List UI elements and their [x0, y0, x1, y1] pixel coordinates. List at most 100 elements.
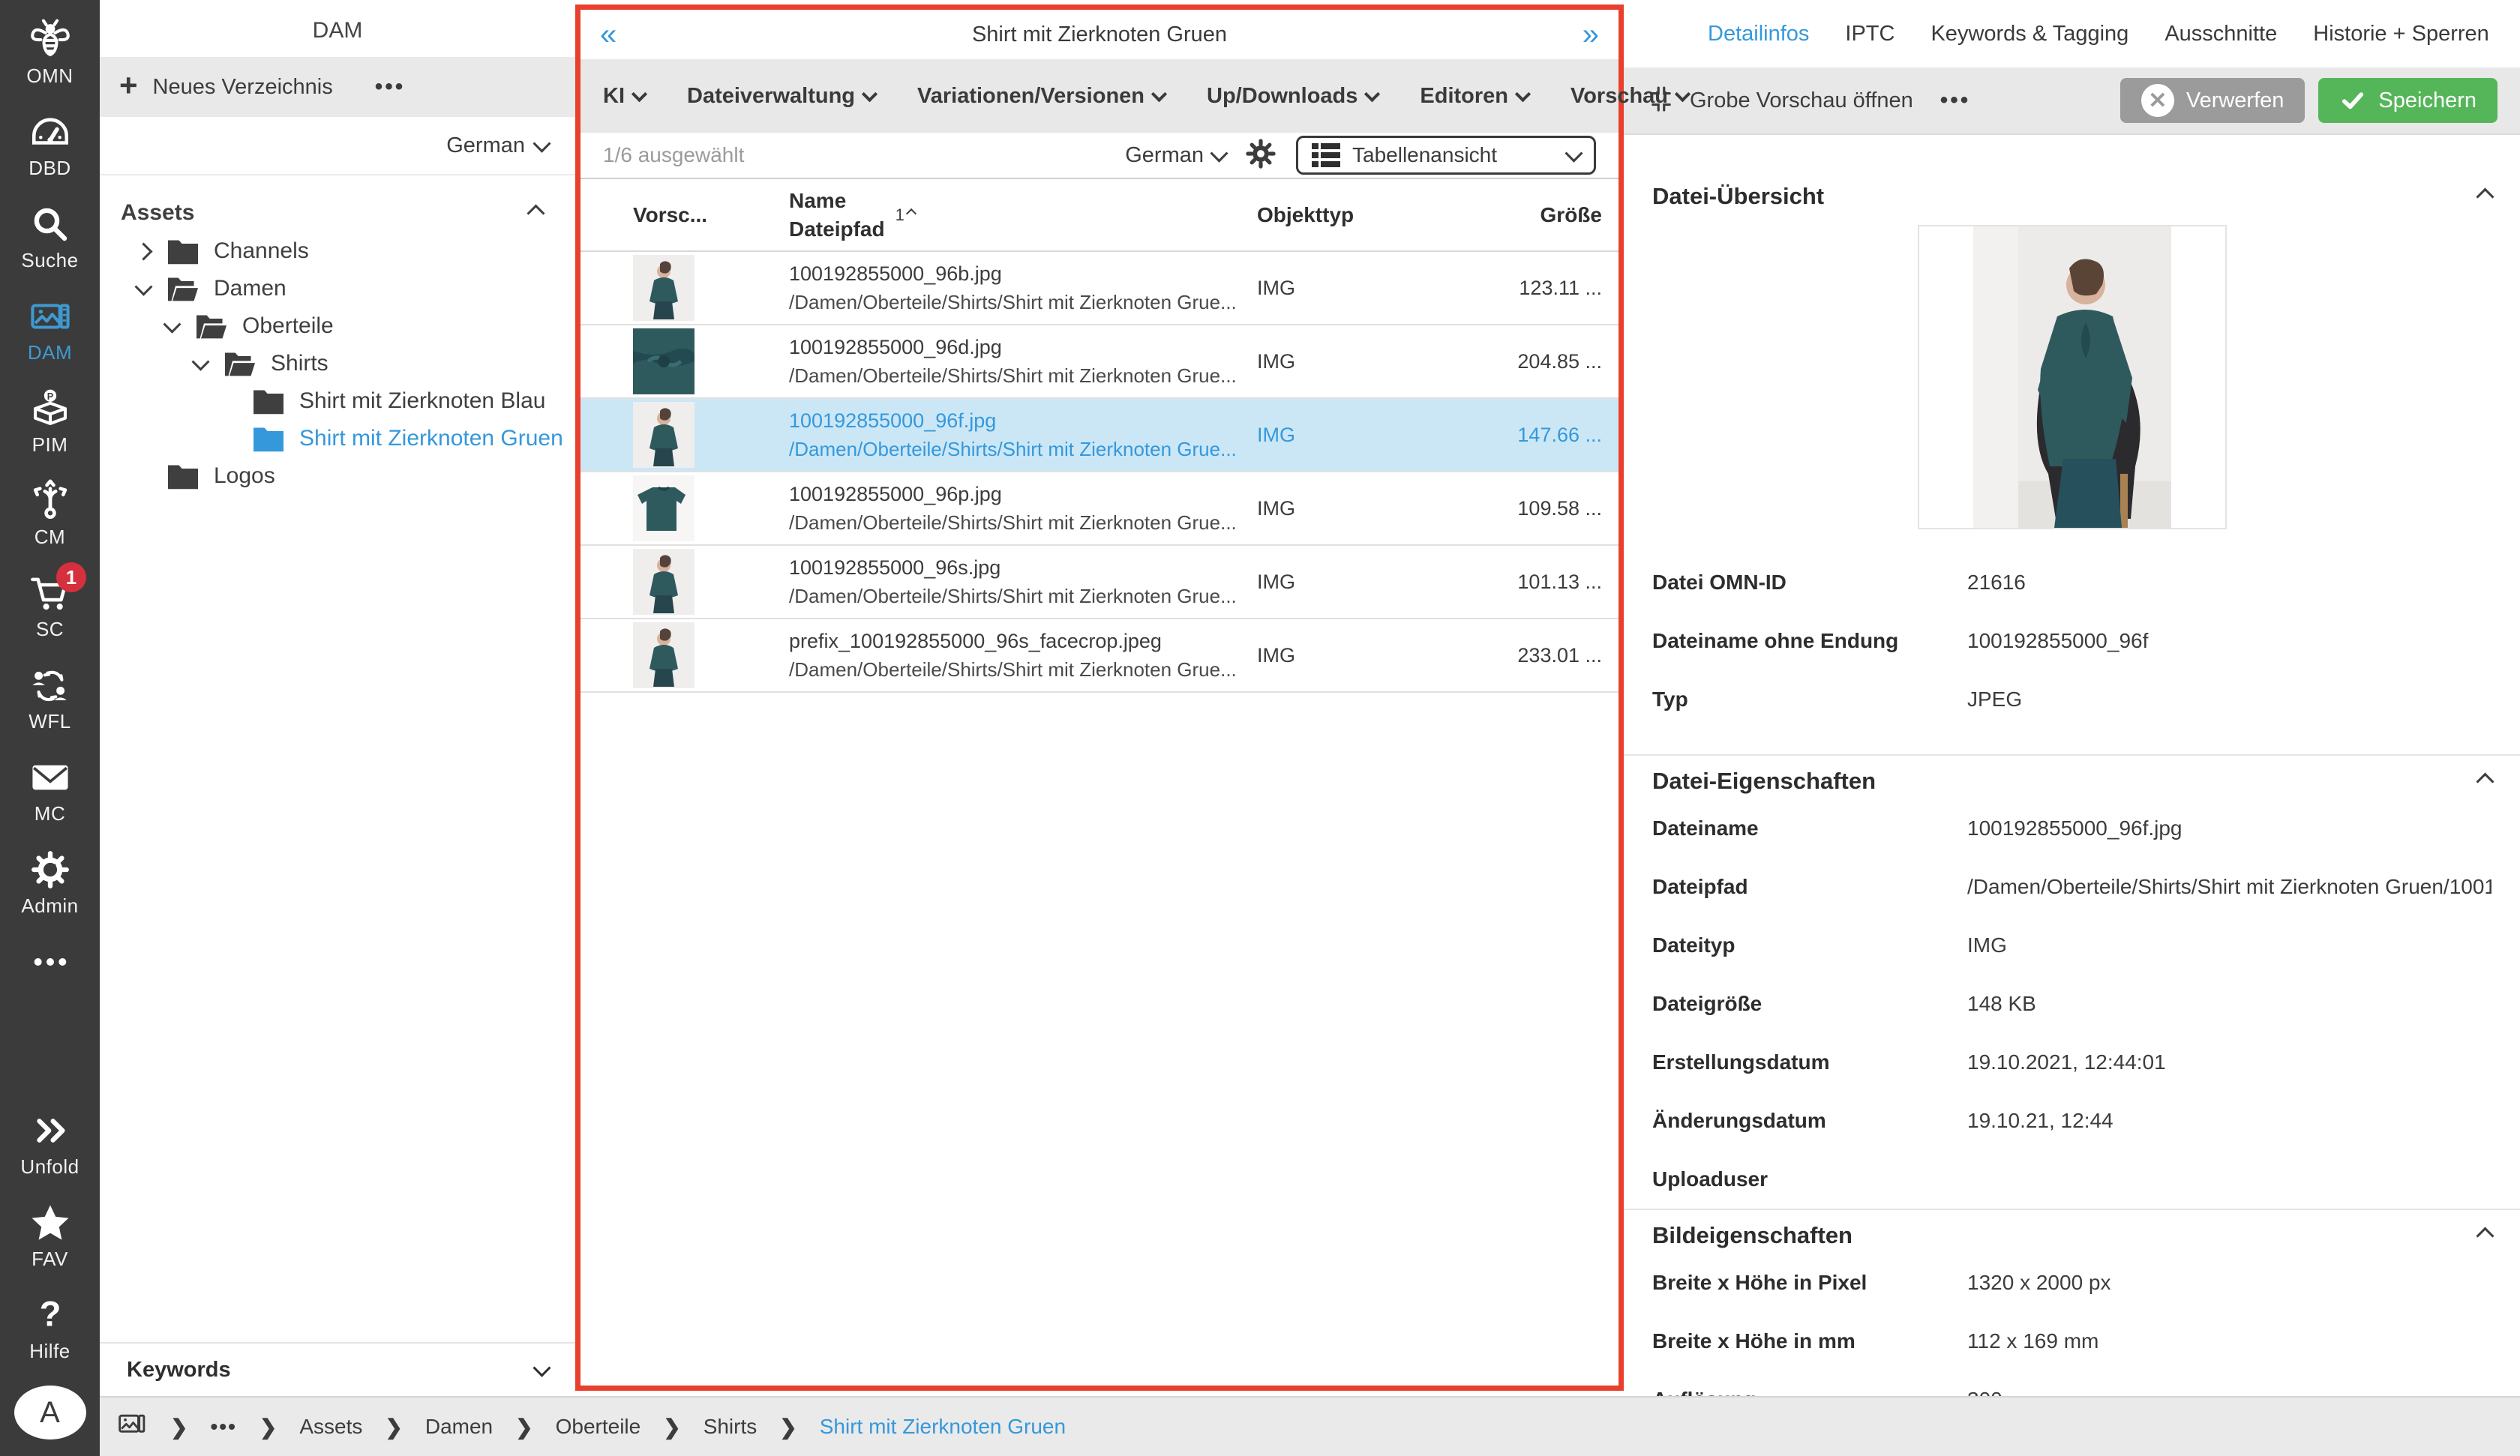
nav-suche[interactable]: Suche [0, 202, 100, 272]
menu-variationen[interactable]: Variationen/Versionen [917, 84, 1165, 109]
nav-dam-label: DAM [28, 341, 72, 364]
menu-ki[interactable]: KI [603, 84, 645, 109]
tree-item-shirts[interactable]: Shirts [121, 345, 575, 382]
nav-dbd[interactable]: DBD [0, 110, 100, 180]
section-title: Bildeigenschaften [1652, 1222, 1852, 1249]
menu-editoren[interactable]: Editoren [1420, 84, 1528, 109]
asset-thumbnail [633, 622, 694, 688]
nav-unfold[interactable]: Unfold [0, 1109, 100, 1179]
breadcrumb-item-shirts[interactable]: Shirts [704, 1415, 758, 1439]
list-settings-button[interactable] [1245, 138, 1276, 173]
folder-panel: DAM + Neues Verzeichnis ••• German Asset… [100, 0, 575, 1396]
admin-gear-icon [28, 848, 72, 891]
column-header-groesse[interactable]: Größe [1452, 203, 1618, 227]
asset-size: 204.85 ... [1452, 350, 1618, 373]
breadcrumb-item-damen[interactable]: Damen [425, 1415, 493, 1439]
field-label: Erstellungsdatum [1652, 1050, 1967, 1074]
chevron-down-icon [1210, 144, 1228, 162]
tab-iptc[interactable]: IPTC [1845, 22, 1894, 46]
file-preview-image[interactable] [1918, 225, 2227, 529]
tree-item-label: Oberteile [242, 313, 334, 339]
share-icon [28, 479, 72, 523]
table-row[interactable]: prefix_100192855000_96s_facecrop.jpeg /D… [580, 619, 1618, 693]
breadcrumb-item-oberteile[interactable]: Oberteile [556, 1415, 641, 1439]
section-datei-eigenschaften[interactable]: Datei-Eigenschaften [1624, 763, 2520, 799]
asset-thumbnail [633, 475, 694, 541]
breadcrumb-media-icon[interactable] [118, 1411, 148, 1443]
save-button[interactable]: Speichern [2318, 78, 2498, 123]
tree-item-damen[interactable]: Damen [121, 270, 575, 307]
prev-folder-button[interactable]: « [600, 19, 616, 49]
field-label: Typ [1652, 688, 1967, 712]
menu-updownloads[interactable]: Up/Downloads [1207, 84, 1378, 109]
table-row[interactable]: 100192855000_96s.jpg /Damen/Oberteile/Sh… [580, 546, 1618, 619]
nav-dbd-label: DBD [28, 157, 70, 180]
search-icon [28, 202, 72, 246]
next-folder-button[interactable]: » [1582, 19, 1599, 49]
tree-item-shirt-blau[interactable]: Shirt mit Zierknoten Blau [121, 382, 575, 420]
nav-cm[interactable]: CM [0, 479, 100, 549]
menu-vorschau[interactable]: Vorschau [1570, 84, 1688, 109]
file-fields: Dateiname 100192855000_96f.jpg Dateipfad… [1624, 799, 2520, 1209]
nav-sc[interactable]: 1 SC [0, 571, 100, 641]
tree-item-logos[interactable]: Logos [121, 457, 575, 495]
column-header-preview[interactable]: Vorsc... [633, 203, 694, 227]
nav-wfl[interactable]: WFL [0, 664, 100, 733]
sort-indicator[interactable]: 1 [896, 205, 915, 225]
field-value: 21616 [1967, 571, 2492, 595]
column-header-objekttyp[interactable]: Objekttyp [1257, 203, 1452, 227]
discard-x-icon: ✕ [2141, 84, 2174, 117]
asset-filename: prefix_100192855000_96s_facecrop.jpeg [789, 628, 1257, 656]
cart-badge: 1 [56, 562, 86, 592]
tree-item-oberteile[interactable]: Oberteile [121, 307, 575, 345]
table-row[interactable]: 100192855000_96d.jpg /Damen/Oberteile/Sh… [580, 325, 1618, 399]
table-row[interactable]: 100192855000_96b.jpg /Damen/Oberteile/Sh… [580, 252, 1618, 325]
tab-historie-sperren[interactable]: Historie + Sperren [2313, 22, 2489, 46]
user-avatar[interactable]: A [14, 1386, 86, 1440]
nav-fav[interactable]: FAV [0, 1201, 100, 1271]
nav-hilfe[interactable]: ? Hilfe [0, 1293, 100, 1363]
nav-pim[interactable]: P PIM [0, 387, 100, 457]
asset-thumbnail [633, 255, 694, 321]
field-label: Dateityp [1652, 933, 1967, 957]
tree-language-select[interactable]: German [100, 117, 575, 175]
table-row-selected[interactable]: 100192855000_96f.jpg /Damen/Oberteile/Sh… [580, 399, 1618, 472]
rail-more-button[interactable] [0, 940, 100, 984]
detail-more-button[interactable]: ••• [1940, 88, 1971, 113]
folder-more-button[interactable]: ••• [375, 74, 406, 100]
discard-button[interactable]: ✕ Verwerfen [2120, 78, 2306, 123]
nav-omn[interactable]: OMN [0, 18, 100, 88]
chevron-right-icon [134, 242, 152, 260]
menu-dateiverwaltung[interactable]: Dateiverwaltung [687, 84, 875, 109]
list-language-select[interactable]: German [1125, 143, 1226, 168]
breadcrumb-item-assets[interactable]: Assets [299, 1415, 362, 1439]
tree-item-channels[interactable]: Channels [121, 232, 575, 270]
table-view-icon [1312, 142, 1340, 168]
new-folder-button[interactable]: Neues Verzeichnis [153, 75, 333, 100]
view-mode-value: Tabellenansicht [1352, 143, 1556, 167]
section-bildeigenschaften[interactable]: Bildeigenschaften [1624, 1218, 2520, 1254]
ellipsis-icon [28, 940, 72, 984]
tree-item-label: Channels [214, 238, 309, 264]
tab-detailinfos[interactable]: Detailinfos [1708, 22, 1809, 46]
tab-ausschnitte[interactable]: Ausschnitte [2164, 22, 2277, 46]
breadcrumb-separator: ❯ [385, 1415, 402, 1440]
tree-header-assets[interactable]: Assets [121, 193, 575, 232]
tree-item-shirt-gruen[interactable]: Shirt mit Zierknoten Gruen [121, 420, 575, 457]
nav-admin[interactable]: Admin [0, 848, 100, 918]
view-mode-select[interactable]: Tabellenansicht [1296, 136, 1596, 175]
field-row: Dateigröße 148 KB [1624, 975, 2520, 1033]
tab-keywords-tagging[interactable]: Keywords & Tagging [1930, 22, 2128, 46]
nav-dam[interactable]: DAM [0, 295, 100, 364]
asset-objecttype: IMG [1257, 571, 1452, 594]
table-row[interactable]: 100192855000_96p.jpg /Damen/Oberteile/Sh… [580, 472, 1618, 546]
keywords-section-toggle[interactable]: Keywords [100, 1342, 575, 1396]
breadcrumb-collapsed-button[interactable]: ••• [210, 1415, 236, 1439]
column-header-name[interactable]: Name Dateipfad [789, 187, 885, 244]
asset-filepath: /Damen/Oberteile/Shirts/Shirt mit Zierkn… [789, 656, 1257, 683]
open-rough-preview-button[interactable]: Grobe Vorschau öffnen [1690, 88, 1913, 113]
section-datei-uebersicht[interactable]: Datei-Übersicht [1624, 178, 2520, 214]
svg-text:P: P [46, 391, 53, 402]
chevron-down-icon [1151, 86, 1167, 102]
nav-mc[interactable]: MC [0, 756, 100, 825]
